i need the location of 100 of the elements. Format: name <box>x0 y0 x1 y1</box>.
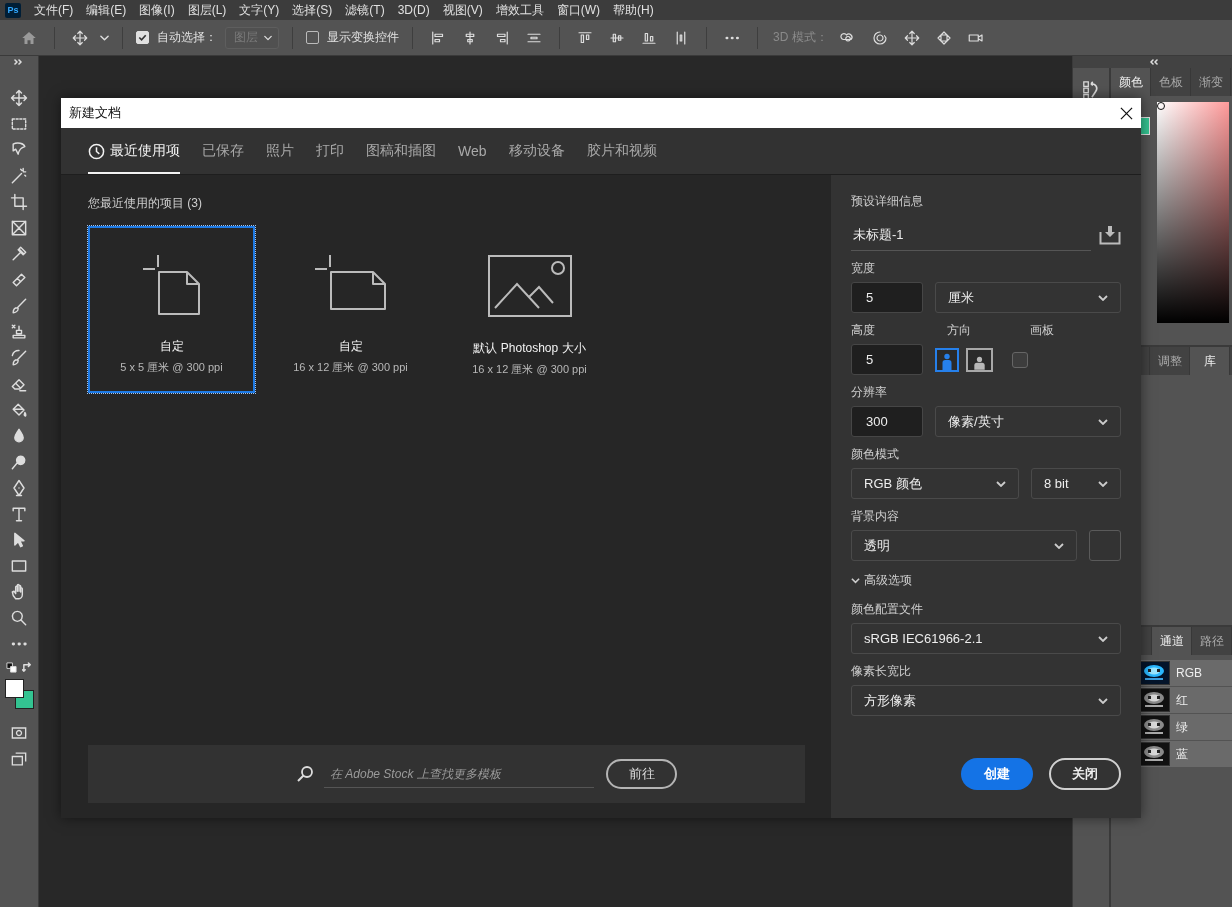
height-field[interactable]: 5 <box>851 344 923 375</box>
menu-item[interactable]: 图像(I) <box>139 1 175 19</box>
category-tab[interactable]: 已保存 <box>202 128 244 174</box>
field-label: 分辨率 <box>851 384 887 400</box>
default-colors-icon[interactable] <box>5 662 17 673</box>
field-label: 高度 <box>851 322 876 338</box>
transform-controls-label: 显示变换控件 <box>327 29 399 46</box>
resolution-unit-dropdown[interactable]: 像素/英寸 <box>935 406 1121 437</box>
preset-size: 16 x 12 厘米 @ 300 ppi <box>293 360 408 375</box>
chevron-down-icon <box>264 34 272 41</box>
category-tab[interactable]: 图稿和插图 <box>366 128 436 174</box>
advanced-options-toggle[interactable]: 高级选项 <box>851 572 912 589</box>
frame-icon[interactable] <box>9 218 29 238</box>
save-preset-icon[interactable] <box>1099 225 1121 245</box>
background-dropdown[interactable]: 透明 <box>851 530 1077 561</box>
chevron-down-icon <box>1098 635 1108 642</box>
panel-tab[interactable]: 色板 <box>1151 68 1191 96</box>
field-label: 颜色模式 <box>851 446 899 462</box>
panel-tab[interactable]: 路径 <box>1192 627 1232 655</box>
section-heading: 您最近使用的项目 (3) <box>88 195 202 212</box>
category-tab[interactable]: 胶片和视频 <box>586 128 657 174</box>
color-profile-dropdown[interactable]: sRGB IEC61966-2.1 <box>851 623 1121 654</box>
chevron-down-icon <box>1098 480 1108 487</box>
app-logo[interactable]: Ps <box>5 2 21 18</box>
auto-select-checkbox[interactable] <box>136 31 149 44</box>
preset-card[interactable]: 自定 5 x 5 厘米 @ 300 ppi <box>88 226 255 393</box>
menu-item[interactable]: 3D(D) <box>397 3 430 17</box>
unit-dropdown[interactable]: 厘米 <box>935 282 1121 313</box>
bandage-icon[interactable] <box>9 270 29 290</box>
preset-size: 5 x 5 厘米 @ 300 ppi <box>120 360 223 375</box>
menu-item[interactable]: 文件(F) <box>34 1 74 19</box>
dialog-title: 新建文档 <box>69 104 121 122</box>
crop-icon[interactable] <box>9 192 29 212</box>
menu-item[interactable]: 滤镜(T) <box>345 1 385 19</box>
go-button[interactable]: 前往 <box>606 759 677 789</box>
category-tab[interactable]: 打印 <box>316 128 344 174</box>
menu-item[interactable]: 窗口(W) <box>556 1 600 19</box>
panel-tab[interactable]: 库 <box>1190 347 1230 375</box>
pixel-aspect-dropdown[interactable]: 方形像素 <box>851 685 1121 716</box>
artboard-checkbox[interactable] <box>1012 351 1028 368</box>
move-icon[interactable] <box>9 88 29 108</box>
landscape-button[interactable] <box>966 347 993 372</box>
chevron-down-icon <box>1098 418 1108 425</box>
auto-select-label: 自动选择： <box>157 29 217 46</box>
color-field[interactable] <box>1157 102 1229 323</box>
clock-icon <box>88 142 105 160</box>
magic-wand-icon[interactable] <box>9 166 29 186</box>
menu-item[interactable]: 视图(V) <box>442 1 483 19</box>
preset-card[interactable]: 默认 Photoshop 大小 16 x 12 厘米 @ 300 ppi <box>446 226 613 393</box>
category-tab[interactable]: 照片 <box>266 128 294 174</box>
create-button[interactable]: 创建 <box>961 758 1033 790</box>
pan-icon[interactable] <box>902 28 921 47</box>
panel-tab[interactable]: 渐变 <box>1191 68 1231 96</box>
chevron-down-icon <box>1098 697 1108 704</box>
chevron-down-icon <box>996 480 1006 487</box>
preset-name: 自定 <box>159 338 184 355</box>
close-icon[interactable] <box>1120 106 1133 120</box>
history-brush-icon[interactable] <box>9 348 29 368</box>
stamp-icon[interactable] <box>9 322 29 342</box>
expand-icon[interactable] <box>14 59 24 65</box>
resolution-field[interactable]: 300 <box>851 406 923 437</box>
swap-colors-icon[interactable] <box>21 662 33 673</box>
document-name-field[interactable]: 未标题-1 <box>851 219 1091 251</box>
dodge-icon[interactable] <box>9 452 29 472</box>
menu-item[interactable]: 编辑(E) <box>86 1 127 19</box>
category-tab[interactable]: 移动设备 <box>508 128 565 174</box>
width-field[interactable]: 5 <box>851 282 923 313</box>
search-icon <box>296 765 314 783</box>
chevron-down-icon <box>1054 542 1064 549</box>
move-icon[interactable] <box>71 28 89 47</box>
collapse-icon[interactable] <box>1147 59 1158 65</box>
menu-item[interactable]: 图层(L) <box>187 1 227 19</box>
preset-card[interactable]: 自定 16 x 12 厘米 @ 300 ppi <box>267 226 434 393</box>
zoom-icon[interactable] <box>9 608 29 628</box>
bit-depth-dropdown[interactable]: 8 bit <box>1031 468 1121 499</box>
image-icon <box>487 255 572 317</box>
search-field[interactable]: 在 Adobe Stock 上查找更多模板 <box>324 760 594 788</box>
panel-tab[interactable]: 通道 <box>1152 627 1192 655</box>
category-tab[interactable]: Web <box>458 128 487 174</box>
menu-item[interactable]: 帮助(H) <box>613 1 654 19</box>
preset-name: 自定 <box>338 338 363 355</box>
field-label: 宽度 <box>851 260 875 276</box>
roll-icon[interactable] <box>870 28 889 47</box>
category-tab[interactable]: 最近使用项 <box>88 128 180 174</box>
caret-icon[interactable] <box>100 34 109 41</box>
portrait-button[interactable] <box>935 347 959 372</box>
history-icon[interactable] <box>1082 80 1100 100</box>
field-label: 背景内容 <box>851 508 899 524</box>
color-mode-dropdown[interactable]: RGB 颜色 <box>851 468 1019 499</box>
close-button[interactable]: 关闭 <box>1049 758 1121 790</box>
menu-item[interactable]: 选择(S) <box>292 1 333 19</box>
brush-icon[interactable] <box>9 296 29 316</box>
panel-tab[interactable]: 颜色 <box>1111 68 1151 96</box>
background-color-swatch[interactable] <box>1089 530 1121 561</box>
menu-item[interactable]: 增效工具 <box>495 1 544 19</box>
color-swatches-drawing[interactable] <box>4 679 34 711</box>
menu-item[interactable]: 文字(Y) <box>239 1 280 19</box>
transform-controls-checkbox[interactable] <box>306 31 319 44</box>
field-label: 颜色配置文件 <box>851 601 923 617</box>
type-icon[interactable] <box>9 504 29 524</box>
